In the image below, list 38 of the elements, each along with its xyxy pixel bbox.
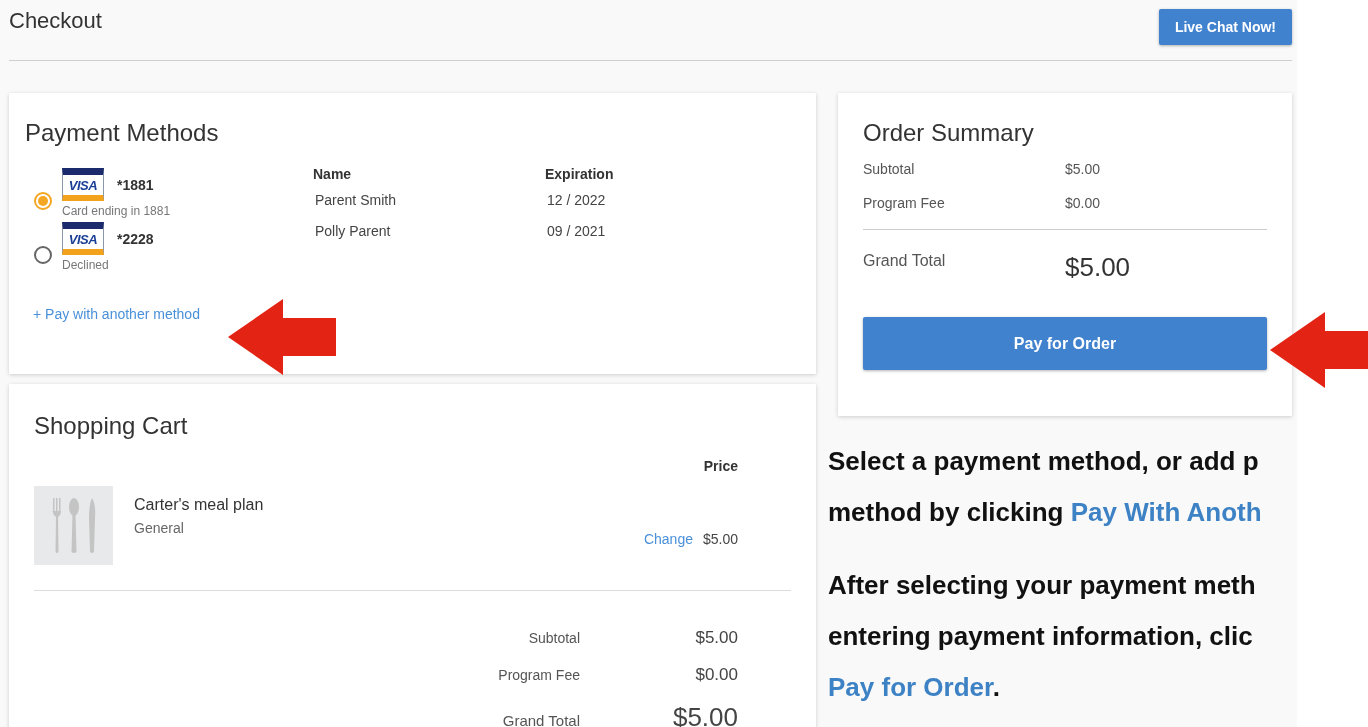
card-note: Declined [62,258,110,272]
expiration-date: 12 / 2022 [546,192,607,208]
summary-value: $5.00 [1065,251,1132,283]
card-title: Shopping Cart [34,412,189,440]
total-label: Grand Total [501,712,580,727]
pay-for-order-button[interactable]: Pay for Order [863,317,1267,370]
summary-value: $5.00 [1065,161,1102,179]
card-title: Order Summary [863,119,1035,147]
card-note: Card ending in 1881 [62,204,171,218]
instruction-text: Select a payment method, or add p method by clicking Pay With Anoth [828,445,1263,529]
cardholder-name: Polly Parent [314,222,392,239]
add-payment-link[interactable]: + Pay with another method [33,306,200,322]
total-label: Subtotal [527,630,580,646]
total-value: $5.00 [694,628,738,648]
item-price: $5.00 [702,531,738,547]
card-logo: VISA [62,168,104,201]
total-value: $5.00 [671,702,738,727]
column-header: Name [313,166,353,182]
summary-value: $0.00 [1065,195,1102,213]
card-number: *1881 [117,176,154,193]
item-category: General [134,520,185,536]
card-number: *2228 [117,230,154,247]
card-logo: VISA [62,222,104,255]
page-title: Checkout [9,8,102,34]
expiration-date: 09 / 2021 [546,222,607,239]
card-title: Payment Methods [25,119,220,147]
cardholder-name: Parent Smith [314,192,397,208]
instruction-text: After selecting your payment meth entering payment information, clic Pay for Order. [828,569,1257,704]
change-link[interactable]: Change [643,531,693,547]
column-header: Expiration [545,166,615,182]
summary-label: Program Fee [863,195,946,213]
summary-label: Grand Total [863,251,947,271]
item-name: Carter's meal plan [134,496,265,514]
summary-label: Subtotal [863,161,916,179]
total-value: $0.00 [694,665,738,685]
total-label: Program Fee [497,667,580,683]
column-header: Price [703,458,738,474]
live-chat-button[interactable]: Live Chat Now! [1158,9,1292,45]
